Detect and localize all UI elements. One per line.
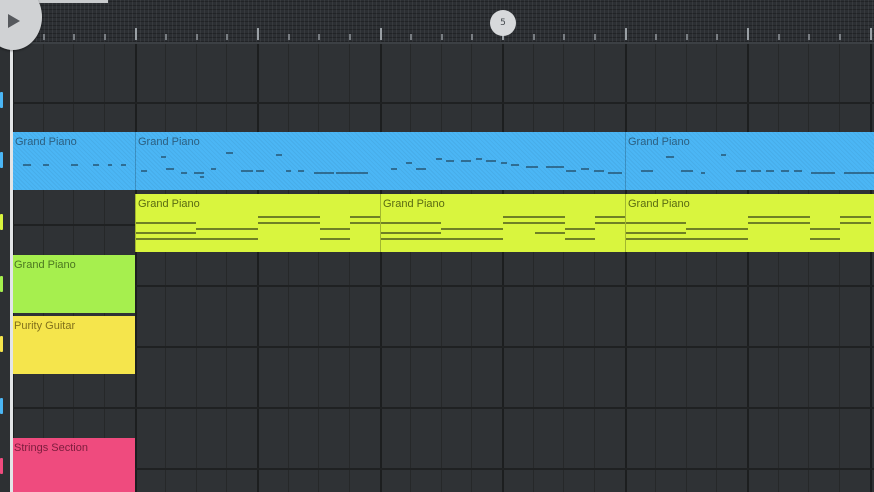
timeline-ruler[interactable]: 5 (0, 0, 874, 44)
play-icon (8, 14, 20, 28)
grid-vline (716, 44, 717, 492)
grid-vline (747, 44, 749, 492)
ruler-tick (533, 34, 535, 40)
ruler-tick (686, 34, 688, 40)
clip-grand-piano[interactable]: Grand Piano (135, 194, 380, 252)
clip-grand-piano[interactable]: Grand Piano (12, 255, 135, 313)
clip-grand-piano[interactable]: Grand Piano (135, 132, 625, 190)
grid-vline (778, 44, 779, 492)
ruler-tick (778, 34, 780, 40)
grid-vline (318, 44, 319, 492)
ruler-tick (839, 34, 841, 40)
ruler-tick (380, 28, 382, 40)
grid-hline (12, 346, 874, 348)
ruler-tick (747, 28, 749, 40)
ruler-tick (471, 34, 473, 40)
grid-vline (135, 44, 137, 492)
grid-vline (808, 44, 809, 492)
grid-vline (563, 44, 564, 492)
ruler-tick (716, 34, 718, 40)
grid-vline (257, 44, 259, 492)
song-arranger: 5 Grand Piano Grand Piano Grand Piano Gr… (0, 0, 874, 492)
clip-label: Grand Piano (15, 136, 77, 148)
grid-vline (594, 44, 595, 492)
track-1-color-mark[interactable] (0, 92, 3, 108)
clip-label: Grand Piano (628, 198, 690, 210)
grid-hline (12, 468, 874, 470)
arrangement-grid[interactable]: Grand Piano Grand Piano Grand Piano Gran… (12, 44, 874, 492)
ruler-tick (625, 28, 627, 40)
ruler-tick (226, 34, 228, 40)
ruler-tick (43, 34, 45, 40)
ruler-tick (135, 28, 137, 40)
clip-label: Strings Section (14, 442, 88, 454)
grid-vline (226, 44, 227, 492)
grid-vline (288, 44, 289, 492)
clip-grand-piano[interactable]: Grand Piano (12, 132, 135, 190)
track-3-color-mark[interactable] (0, 214, 3, 230)
grid-vline (839, 44, 840, 492)
clip-label: Grand Piano (628, 136, 690, 148)
ruler-tick (349, 34, 351, 40)
ruler-tick (196, 34, 198, 40)
track-6-color-mark[interactable] (0, 398, 3, 414)
clip-label: Grand Piano (14, 259, 76, 271)
track-7-color-mark[interactable] (0, 458, 3, 474)
grid-vline (471, 44, 472, 492)
ruler-tick (257, 28, 259, 40)
grid-vline (625, 44, 627, 492)
clip-label: Grand Piano (138, 136, 200, 148)
grid-vline (533, 44, 534, 492)
grid-hline (12, 285, 874, 287)
ruler-tick (655, 34, 657, 40)
ruler-tick (594, 34, 596, 40)
clip-label: Purity Guitar (14, 320, 76, 332)
clip-grand-piano[interactable]: Grand Piano (625, 132, 874, 190)
playhead[interactable] (10, 0, 13, 492)
grid-hline (12, 407, 874, 409)
ruler-tick (410, 34, 412, 40)
grid-vline (441, 44, 442, 492)
grid-vline (380, 44, 382, 492)
bar-number-marker[interactable]: 5 (490, 10, 516, 36)
track-2-color-mark[interactable] (0, 152, 3, 168)
ruler-tick (288, 34, 290, 40)
clip-label: Grand Piano (383, 198, 445, 210)
ruler-tick (563, 34, 565, 40)
ruler-tick (318, 34, 320, 40)
grid-vline (686, 44, 687, 492)
ruler-tick (808, 34, 810, 40)
clip-grand-piano[interactable]: Grand Piano (625, 194, 874, 252)
grid-vline (165, 44, 166, 492)
grid-vline (870, 44, 872, 492)
grid-vline (655, 44, 656, 492)
clip-label: Grand Piano (138, 198, 200, 210)
grid-hline (12, 102, 874, 104)
clip-purity-guitar[interactable]: Purity Guitar (12, 316, 135, 374)
clip-strings-section[interactable]: Strings Section (12, 438, 135, 492)
ruler-tick (73, 34, 75, 40)
clip-grand-piano[interactable]: Grand Piano (380, 194, 625, 252)
ruler-tick (165, 34, 167, 40)
ruler-tick (870, 28, 872, 40)
ruler-tick (441, 34, 443, 40)
grid-vline (349, 44, 350, 492)
grid-vline (196, 44, 197, 492)
grid-vline (502, 44, 504, 492)
track-4-color-mark[interactable] (0, 276, 3, 292)
grid-vline (410, 44, 411, 492)
track-5-color-mark[interactable] (0, 336, 3, 352)
ruler-tick (104, 34, 106, 40)
